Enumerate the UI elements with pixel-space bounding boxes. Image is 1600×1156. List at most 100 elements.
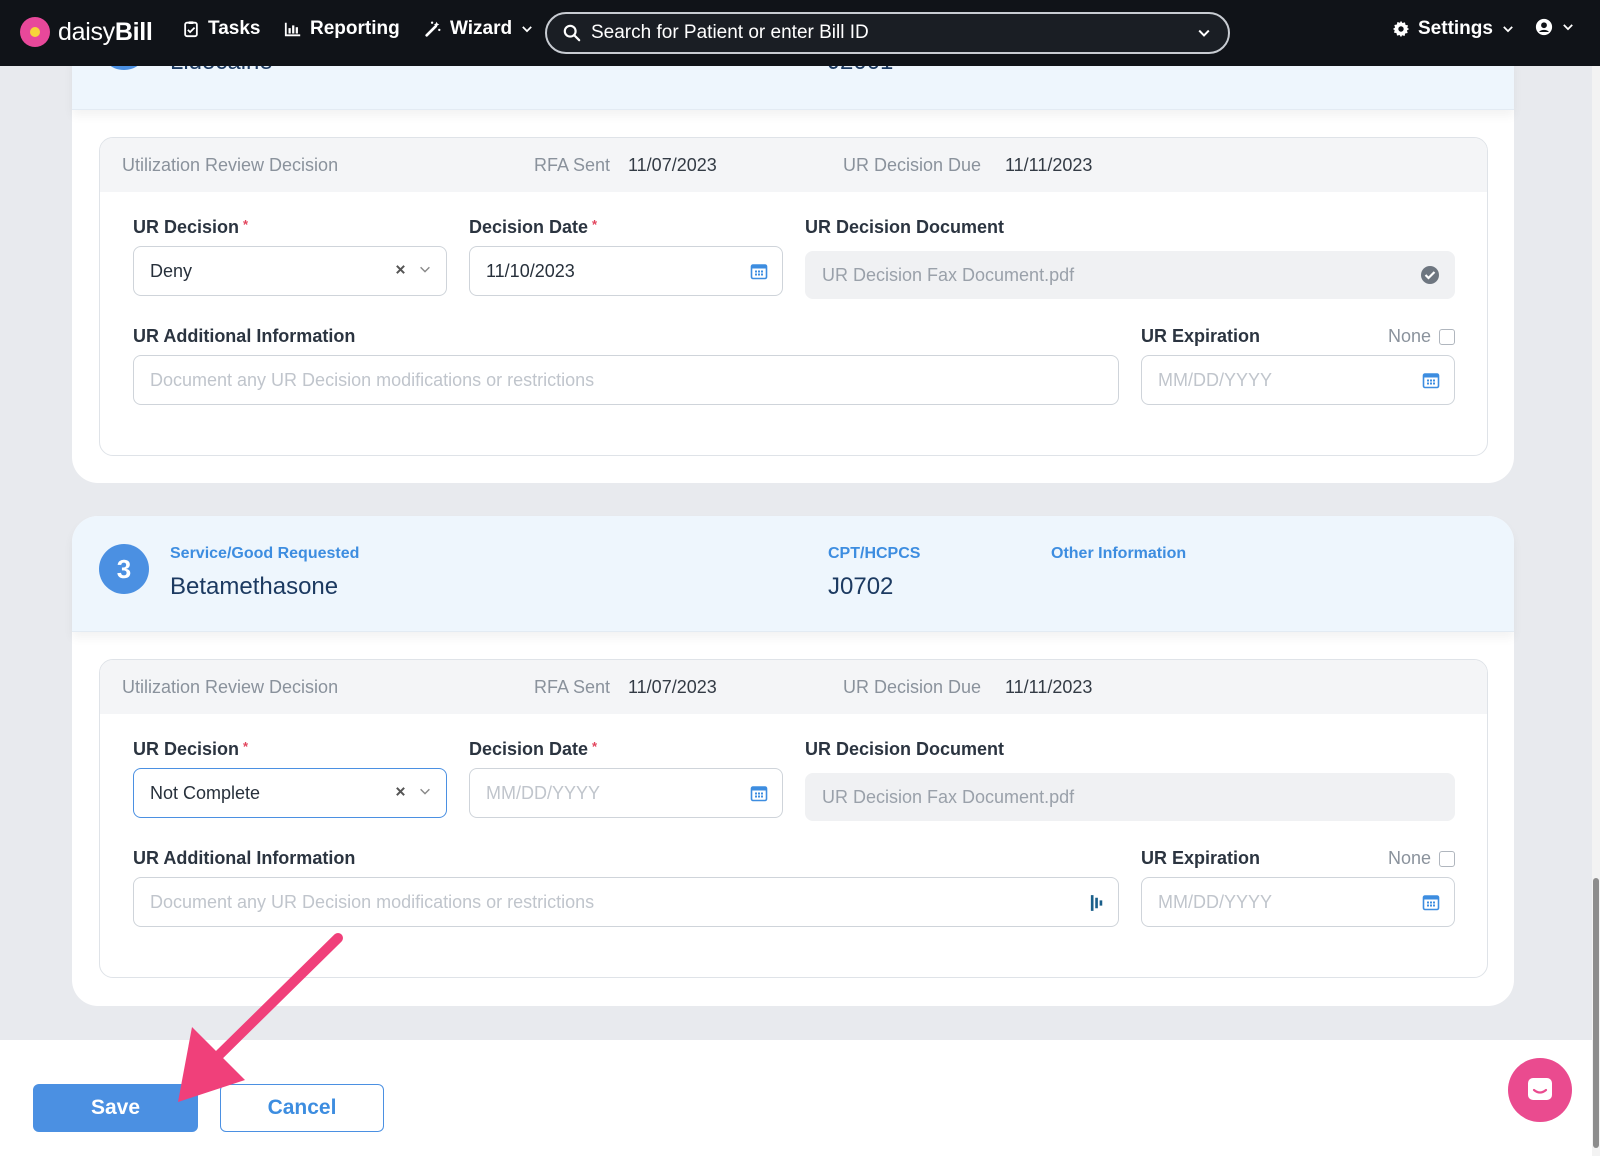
rfa-sent-value: 11/07/2023 [628, 677, 717, 697]
chat-icon [1528, 1078, 1552, 1100]
rfa-sent-value: 11/07/2023 [628, 155, 717, 175]
chevron-down-icon [522, 26, 532, 33]
clear-icon[interactable] [395, 264, 406, 275]
calendar-icon[interactable] [1422, 371, 1440, 389]
ur-expiration-label: UR Expiration [1141, 326, 1261, 346]
chat-launcher-button[interactable] [1508, 1058, 1572, 1122]
ur-decision-value: Not Complete [150, 782, 261, 803]
decision-date-label: Decision Date * [469, 739, 598, 759]
decision-date-input[interactable]: MM/DD/YYYY [469, 768, 783, 818]
decision-date-label: Decision Date * [469, 217, 598, 237]
ur-panel-title: Utilization Review Decision [122, 677, 339, 697]
calendar-icon[interactable] [1422, 893, 1440, 911]
none-label: None [1388, 848, 1432, 868]
cancel-button[interactable]: Cancel [220, 1084, 384, 1132]
ur-decision-label: UR Decision * [133, 217, 249, 237]
ur-expiration-label: UR Expiration [1141, 848, 1261, 868]
ur-decision-label: UR Decision * [133, 739, 249, 759]
password-manager-icon[interactable] [1090, 893, 1104, 913]
daisybill-logo[interactable]: daisyBill [20, 17, 153, 47]
service-card-2: Lidocaine J2001 Utilization Review Decis… [72, 40, 1514, 483]
service-card-header: 3 Service/Good Requested Betamethasone C… [72, 516, 1514, 632]
ur-due-value: 11/11/2023 [1005, 155, 1093, 175]
nav-wizard-dropdown[interactable]: Wizard [424, 18, 534, 40]
ur-decision-select[interactable]: Deny [133, 246, 447, 296]
nav-account-dropdown[interactable] [1535, 18, 1575, 36]
ur-document-filename: UR Decision Fax Document.pdf [822, 786, 1075, 807]
ur-additional-info-label: UR Additional Information [133, 326, 356, 346]
gear-icon [1392, 20, 1410, 38]
clear-icon[interactable] [395, 786, 406, 797]
search-input[interactable] [591, 22, 1196, 44]
ur-decision-value: Deny [150, 260, 193, 281]
chevron-down-icon[interactable] [1196, 25, 1212, 41]
daisy-logo-icon [20, 17, 50, 47]
logo-text-light: daisy [58, 17, 115, 46]
ur-additional-info-label: UR Additional Information [133, 848, 356, 868]
decision-date-input[interactable]: 11/10/2023 [469, 246, 783, 296]
ur-expiration-placeholder: MM/DD/YYYY [1158, 369, 1273, 390]
magic-wand-icon [425, 21, 441, 37]
rfa-sent-label: RFA Sent [534, 677, 611, 697]
cpt-hcpcs-label: CPT/HCPCS [828, 545, 921, 562]
chevron-down-icon[interactable] [418, 784, 432, 798]
check-circle-icon [1421, 266, 1439, 284]
nav-tasks[interactable]: Tasks [182, 18, 260, 40]
ur-document-field[interactable]: UR Decision Fax Document.pdf [805, 251, 1455, 299]
calendar-icon[interactable] [750, 262, 768, 280]
scrollbar-thumb[interactable] [1593, 878, 1599, 1148]
ur-expiration-input[interactable]: MM/DD/YYYY [1141, 877, 1455, 927]
ur-document-label: UR Decision Document [805, 739, 1005, 759]
service-name: Betamethasone [170, 573, 339, 600]
top-navbar: daisyBill Tasks Reporting Wizard Setting… [0, 0, 1600, 66]
decision-date-placeholder: MM/DD/YYYY [486, 782, 601, 803]
ur-due-value: 11/11/2023 [1005, 677, 1093, 697]
chevron-down-icon [1503, 26, 1513, 33]
ur-due-label: UR Decision Due [843, 155, 982, 175]
none-label: None [1388, 326, 1432, 346]
nav-wizard-label: Wizard [450, 18, 513, 39]
service-requested-label: Service/Good Requested [170, 545, 360, 562]
calendar-icon[interactable] [750, 784, 768, 802]
service-number-badge: 3 [99, 544, 149, 594]
patient-search-box[interactable] [545, 12, 1230, 54]
ur-due-label: UR Decision Due [843, 677, 982, 697]
other-information-label: Other Information [1051, 545, 1187, 562]
save-button[interactable]: Save [33, 1084, 198, 1132]
ur-additional-info-input[interactable]: Document any UR Decision modifications o… [133, 355, 1119, 405]
ur-additional-info-placeholder: Document any UR Decision modifications o… [150, 891, 595, 912]
rfa-sent-label: RFA Sent [534, 155, 611, 175]
ur-additional-info-input[interactable]: Document any UR Decision modifications o… [133, 877, 1119, 927]
decision-date-value: 11/10/2023 [486, 260, 575, 281]
form-footer: Save Cancel [0, 1040, 1592, 1156]
ur-document-field[interactable]: UR Decision Fax Document.pdf [805, 773, 1455, 821]
ur-panel-header: Utilization Review Decision RFA Sent 11/… [100, 660, 1487, 714]
none-checkbox[interactable] [1439, 850, 1456, 867]
service-card-3: 3 Service/Good Requested Betamethasone C… [72, 516, 1514, 1006]
ur-expiration-none-toggle[interactable]: None [1388, 848, 1456, 869]
ur-expiration-input[interactable]: MM/DD/YYYY [1141, 355, 1455, 405]
ur-decision-select[interactable]: Not Complete [133, 768, 447, 818]
ur-additional-info-placeholder: Document any UR Decision modifications o… [150, 369, 595, 390]
ur-expiration-placeholder: MM/DD/YYYY [1158, 891, 1273, 912]
nav-reporting[interactable]: Reporting [284, 18, 400, 40]
none-checkbox[interactable] [1439, 328, 1456, 345]
user-circle-icon [1535, 18, 1553, 36]
service-code: J0702 [828, 573, 894, 600]
nav-settings-dropdown[interactable]: Settings [1392, 18, 1515, 40]
ur-document-label: UR Decision Document [805, 217, 1005, 237]
ur-decision-panel: Utilization Review Decision RFA Sent 11/… [99, 137, 1488, 456]
clipboard-check-icon [184, 21, 198, 38]
ur-decision-panel: Utilization Review Decision RFA Sent 11/… [99, 659, 1488, 978]
bar-chart-icon [284, 22, 301, 37]
ur-document-filename: UR Decision Fax Document.pdf [822, 264, 1075, 285]
nav-tasks-label: Tasks [208, 18, 261, 39]
nav-reporting-label: Reporting [310, 18, 400, 39]
ur-expiration-none-toggle[interactable]: None [1388, 326, 1456, 347]
nav-settings-label: Settings [1418, 18, 1493, 39]
chevron-down-icon [1563, 24, 1573, 31]
ur-panel-header: Utilization Review Decision RFA Sent 11/… [100, 138, 1487, 192]
search-icon [563, 24, 581, 42]
chevron-down-icon[interactable] [418, 262, 432, 276]
ur-panel-title: Utilization Review Decision [122, 155, 339, 175]
